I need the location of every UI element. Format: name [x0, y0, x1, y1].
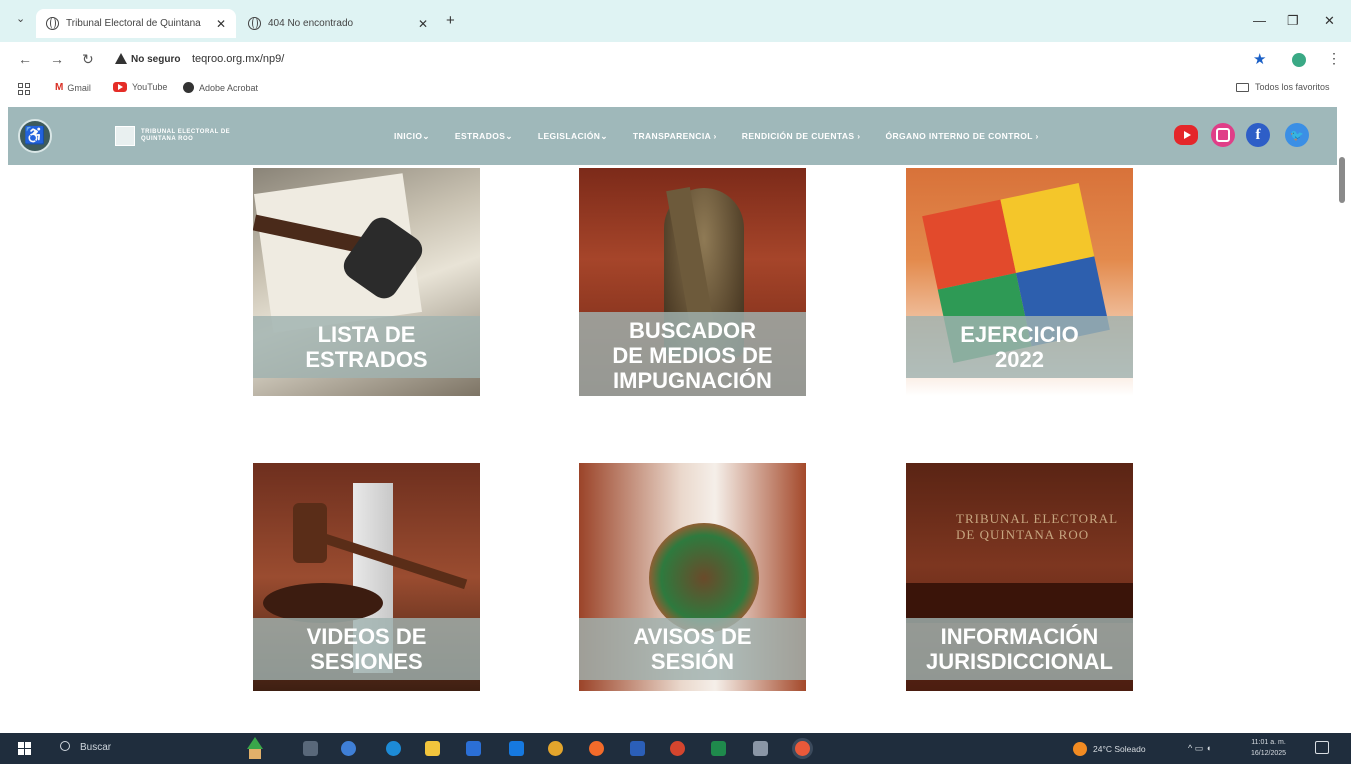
tile-lista-de-estrados[interactable]: LISTA DE ESTRADOS — [253, 168, 480, 396]
clock[interactable]: 11:01 a. m. 16/12/2025 — [1251, 737, 1286, 759]
nav-transparencia[interactable]: TRANSPARENCIA › — [633, 131, 717, 141]
edge-icon[interactable] — [386, 741, 401, 756]
tab-tribunal[interactable]: Tribunal Electoral de Quintana ✕ — [36, 9, 236, 38]
logo-text: TRIBUNAL ELECTORAL DE QUINTANA ROO — [141, 129, 231, 142]
notification-icon[interactable] — [1315, 741, 1329, 754]
nav-rendicion-de-cuentas[interactable]: RENDICIÓN DE CUENTAS › — [742, 131, 861, 141]
avatar[interactable] — [1292, 53, 1306, 67]
minimize-icon[interactable]: — — [1253, 13, 1266, 28]
apps-grid-icon[interactable] — [18, 83, 30, 95]
bookmark-star-icon[interactable]: ★ — [1253, 50, 1266, 68]
taskbar-search[interactable]: Buscar — [80, 742, 111, 753]
cupcake-icon[interactable] — [246, 736, 264, 760]
browser-tab-bar: ⌄ Tribunal Electoral de Quintana ✕ 404 N… — [0, 0, 1351, 42]
menu-kebab-icon[interactable]: ⋮ — [1327, 50, 1341, 67]
site-logo[interactable]: TRIBUNAL ELECTORAL DE QUINTANA ROO — [115, 126, 241, 146]
tile-label: LISTA DE ESTRADOS — [253, 316, 480, 378]
taskbar: Buscar 24°C Soleado ^ ▭ ◖ 11:01 a. m. 16… — [0, 733, 1351, 764]
wall-sign-text: TRIBUNAL ELECTORAL DE QUINTANA ROO — [956, 511, 1118, 542]
tab-404[interactable]: 404 No encontrado ✕ — [238, 9, 438, 38]
tribunal-logo-icon — [115, 126, 135, 146]
chrome-icon[interactable] — [548, 741, 563, 756]
bookmark-all-favorites[interactable]: Todos los favoritos — [1236, 82, 1330, 92]
clock-date: 16/12/2025 — [1251, 750, 1287, 757]
bookmark-adobe[interactable]: Adobe Acrobat — [183, 82, 258, 93]
tab-title: Tribunal Electoral de Quintana — [66, 18, 201, 29]
tile-avisos-de-sesion[interactable]: AVISOS DE SESIÓN — [579, 463, 806, 691]
system-tray-icons[interactable]: ^ ▭ ◖ — [1188, 743, 1211, 754]
scrollbar-thumb[interactable] — [1339, 157, 1345, 203]
calculator-icon[interactable] — [753, 741, 768, 756]
weather-text[interactable]: 24°C Soleado — [1093, 744, 1146, 754]
main-nav: INICIO⌄ ESTRADOS⌄ LEGISLACIÓN⌄ TRANSPARE… — [394, 107, 1064, 165]
nav-inicio[interactable]: INICIO⌄ — [394, 131, 430, 142]
chrome-active-icon[interactable] — [795, 741, 810, 756]
sound-block-image — [263, 583, 383, 623]
file-explorer-icon[interactable] — [425, 741, 440, 756]
youtube-icon[interactable] — [1174, 125, 1198, 145]
store-icon[interactable] — [466, 741, 481, 756]
bookmark-label: YouTube — [132, 82, 168, 92]
twitter-icon[interactable]: 🐦 — [1285, 123, 1309, 147]
courtroom-desk-image — [906, 583, 1133, 623]
globe-icon — [248, 17, 261, 30]
folder-icon — [1236, 82, 1249, 92]
tile-informacion-jurisdiccional[interactable]: TRIBUNAL ELECTORAL DE QUINTANA ROO INFOR… — [906, 463, 1133, 691]
weather-sun-icon[interactable] — [1073, 742, 1087, 756]
instagram-icon[interactable] — [1211, 123, 1235, 147]
clock-time: 11:01 a. m. — [1251, 739, 1286, 746]
gavel-handle-image — [321, 533, 468, 590]
bookmark-label: Adobe Acrobat — [199, 82, 259, 93]
word-icon[interactable] — [630, 741, 645, 756]
back-icon[interactable]: ← — [18, 51, 32, 67]
globe-icon — [183, 82, 194, 93]
tile-label: INFORMACIÓN JURISDICCIONAL — [906, 618, 1133, 680]
excel-icon[interactable] — [711, 741, 726, 756]
search-icon[interactable] — [60, 741, 70, 751]
nav-organo-interno[interactable]: ÓRGANO INTERNO DE CONTROL › — [885, 131, 1038, 141]
restore-icon[interactable]: ❐ — [1287, 13, 1299, 29]
security-label[interactable]: No seguro — [131, 54, 180, 65]
reload-icon[interactable]: ↻ — [82, 51, 94, 68]
tile-videos-de-sesiones[interactable]: VIDEOS DE SESIONES — [253, 463, 480, 691]
tile-label: EJERCICIO 2022 — [906, 316, 1133, 378]
tile-label: VIDEOS DE SESIONES — [253, 618, 480, 680]
new-tab-button[interactable]: + — [446, 12, 455, 29]
url-input[interactable]: teqroo.org.mx/np9/ — [192, 53, 284, 65]
tile-label: AVISOS DE SESIÓN — [579, 618, 806, 680]
windows-start-icon[interactable] — [18, 742, 31, 755]
nav-legislacion[interactable]: LEGISLACIÓN⌄ — [538, 131, 608, 142]
gmail-icon: M — [55, 82, 64, 93]
tab-title: 404 No encontrado — [268, 18, 354, 29]
tab-search-chevron-icon[interactable]: ⌄ — [16, 12, 25, 25]
gavel-image — [293, 503, 327, 563]
bookmark-label: Todos los favoritos — [1255, 82, 1330, 92]
bookmark-youtube[interactable]: YouTube — [113, 82, 167, 92]
close-icon[interactable]: ✕ — [418, 17, 428, 31]
copilot-icon[interactable] — [341, 741, 356, 756]
bookmarks-bar: M Gmail YouTube Adobe Acrobat Todos los … — [0, 78, 1351, 102]
youtube-icon — [113, 82, 127, 92]
task-view-icon[interactable] — [303, 741, 318, 756]
facebook-icon[interactable]: f — [1246, 123, 1270, 147]
firefox-icon[interactable] — [589, 741, 604, 756]
warning-icon[interactable] — [115, 53, 127, 64]
site-header: ♿ TRIBUNAL ELECTORAL DE QUINTANA ROO INI… — [8, 107, 1337, 165]
mexican-eagle-image — [649, 523, 759, 633]
close-icon[interactable]: ✕ — [216, 17, 226, 31]
tile-buscador-medios-impugnacion[interactable]: BUSCADOR DE MEDIOS DE IMPUGNACIÓN — [579, 168, 806, 396]
tile-ejercicio-2022[interactable]: EJERCICIO 2022 — [906, 168, 1133, 396]
powerpoint-icon[interactable] — [670, 741, 685, 756]
bookmark-gmail[interactable]: M Gmail — [55, 82, 91, 93]
nav-estrados[interactable]: ESTRADOS⌄ — [455, 131, 513, 142]
window-close-icon[interactable]: ✕ — [1324, 13, 1335, 29]
forward-icon[interactable]: → — [50, 51, 64, 67]
mail-icon[interactable] — [509, 741, 524, 756]
address-bar: ← → ↻ No seguro teqroo.org.mx/np9/ ★ ⋮ — [0, 42, 1351, 78]
globe-icon — [46, 17, 59, 30]
accessibility-icon[interactable]: ♿ — [18, 119, 52, 153]
bookmark-label: Gmail — [67, 82, 91, 93]
tile-label: BUSCADOR DE MEDIOS DE IMPUGNACIÓN — [579, 312, 806, 396]
